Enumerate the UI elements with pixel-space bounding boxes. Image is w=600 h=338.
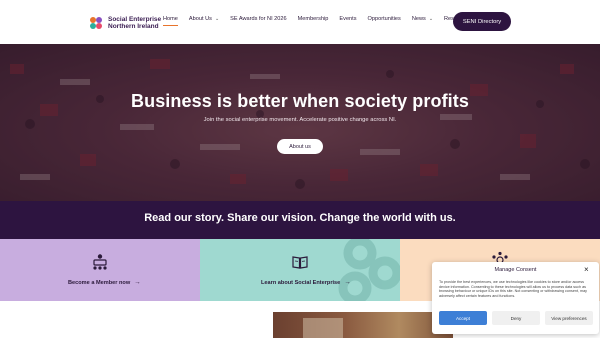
- site-header: Social Enterprise Northern Ireland Home …: [0, 0, 600, 44]
- nav-se-awards[interactable]: SE Awards for NI 2026: [230, 16, 287, 22]
- building-image: [273, 312, 453, 338]
- logo-line-2: Northern Ireland: [108, 23, 159, 30]
- card-learn-se-link[interactable]: Learn about Social Enterprise →: [261, 279, 351, 286]
- card-become-member-link[interactable]: Become a Member now →: [68, 279, 141, 286]
- card-become-member-label: Become a Member now: [68, 279, 131, 286]
- arrow-right-icon: →: [344, 279, 351, 286]
- view-preferences-button[interactable]: View preferences: [545, 311, 593, 325]
- chevron-down-icon: ⌄: [214, 16, 220, 22]
- nav-membership-label: Membership: [297, 16, 329, 22]
- hero-subtitle: Join the social enterprise movement. Acc…: [203, 117, 397, 123]
- tagline-text: Read our story. Share our vision. Change…: [144, 212, 456, 224]
- card-learn-se-label: Learn about Social Enterprise: [261, 279, 341, 286]
- nav-events[interactable]: Events: [339, 16, 356, 22]
- decorative-rings-icon: [338, 239, 400, 301]
- nav-events-label: Events: [339, 16, 357, 22]
- deny-button[interactable]: Deny: [492, 311, 540, 325]
- accept-button[interactable]: Accept: [439, 311, 487, 325]
- consent-dialog: Manage Consent × To provide the best exp…: [432, 262, 599, 334]
- card-become-member[interactable]: Become a Member now →: [0, 239, 200, 301]
- close-icon[interactable]: ×: [584, 266, 589, 274]
- hero-title: Business is better when society profits: [131, 91, 469, 111]
- nav-se-awards-label: SE Awards for NI 2026: [230, 16, 287, 22]
- seni-logo[interactable]: Social Enterprise Northern Ireland: [88, 13, 162, 33]
- chevron-down-icon: ⌄: [428, 16, 434, 22]
- seni-directory-button[interactable]: SENI Directory: [453, 12, 511, 31]
- nav-about-us-label: About Us: [188, 16, 212, 22]
- nav-opportunities-label: Opportunities: [367, 16, 401, 22]
- consent-text: To provide the best experiences, we use …: [439, 280, 587, 298]
- main-nav: Home About Us ⌄ SE Awards for NI 2026 Mem…: [163, 16, 482, 26]
- consent-title: Manage Consent: [494, 267, 537, 273]
- about-us-button[interactable]: About us: [277, 139, 323, 154]
- nav-news[interactable]: News ⌄: [412, 16, 433, 22]
- logo-line-1: Social Enterprise: [108, 16, 162, 23]
- logo-mark-icon: [88, 15, 104, 31]
- tagline-band: Read our story. Share our vision. Change…: [0, 201, 600, 239]
- members-icon: [93, 254, 107, 270]
- nav-opportunities[interactable]: Opportunities: [368, 16, 401, 22]
- nav-news-label: News: [411, 16, 426, 22]
- nav-home-label: Home: [163, 16, 178, 22]
- nav-home[interactable]: Home: [163, 16, 178, 26]
- arrow-right-icon: →: [134, 279, 141, 286]
- card-learn-se[interactable]: Learn about Social Enterprise →: [200, 239, 400, 301]
- nav-membership[interactable]: Membership: [298, 16, 329, 22]
- nav-about-us[interactable]: About Us ⌄: [189, 16, 219, 22]
- book-icon: [292, 256, 308, 269]
- hero-banner: Business is better when society profits …: [0, 44, 600, 201]
